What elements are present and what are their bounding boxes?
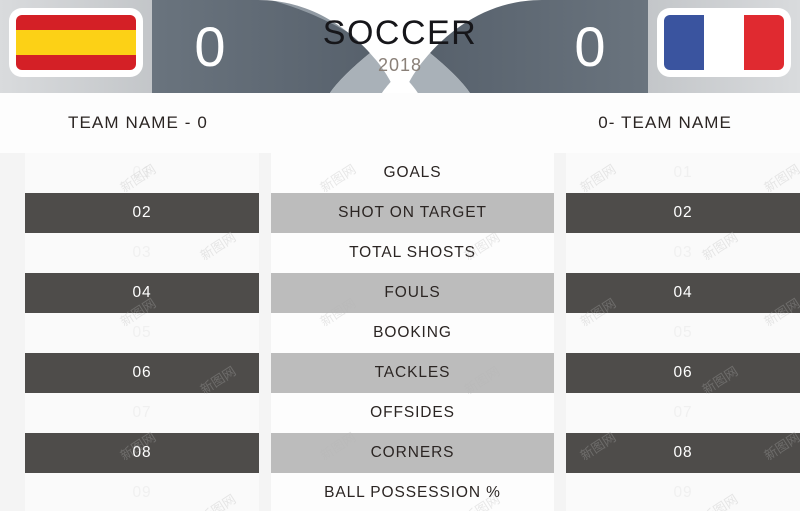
stat-value-right: 09 [566, 473, 800, 511]
stat-label: TACKLES [271, 353, 554, 393]
stat-row: 01 GOALS 01 [0, 153, 800, 193]
row-gap [554, 393, 566, 433]
spain-stripe-red-top [16, 15, 136, 31]
stat-value-right: 01 [566, 153, 800, 193]
team-names-row: TEAM NAME - 0 0- TEAM NAME [0, 93, 800, 153]
row-gap [554, 313, 566, 353]
row-gap [259, 153, 271, 193]
stat-row: 02 SHOT ON TARGET 02 [0, 193, 800, 233]
row-gap [259, 353, 271, 393]
stat-value-left: 01 [25, 153, 259, 193]
spain-stripe-yellow [16, 30, 136, 55]
row-gap [259, 473, 271, 511]
spain-stripe-red-bottom [16, 54, 136, 70]
stat-value-right: 05 [566, 313, 800, 353]
stat-value-right: 04 [566, 273, 800, 313]
row-gap [259, 193, 271, 233]
row-left-spacer [0, 193, 25, 233]
scoreboard-header: 0 SOCCER 2018 0 [0, 0, 800, 93]
row-gap [554, 473, 566, 511]
spain-flag [13, 12, 139, 73]
stat-value-left: 02 [25, 193, 259, 233]
score-left: 0 [194, 15, 226, 78]
stat-label: GOALS [271, 153, 554, 193]
stat-label: BOOKING [271, 313, 554, 353]
stat-label: BALL POSSESSION % [271, 473, 554, 511]
france-band-red [744, 15, 784, 70]
stat-value-left: 07 [25, 393, 259, 433]
row-gap [259, 233, 271, 273]
row-gap [259, 273, 271, 313]
stat-row: 05 BOOKING 05 [0, 313, 800, 353]
france-band-blue [664, 15, 704, 70]
spain-flag-stripes [16, 15, 136, 70]
row-gap [554, 153, 566, 193]
stat-label: OFFSIDES [271, 393, 554, 433]
row-gap [554, 433, 566, 473]
row-gap [554, 353, 566, 393]
stat-row: 09 BALL POSSESSION % 09 [0, 473, 800, 511]
row-left-spacer [0, 153, 25, 193]
row-left-spacer [0, 473, 25, 511]
row-gap [259, 313, 271, 353]
france-flag-bands [664, 15, 784, 70]
row-left-spacer [0, 233, 25, 273]
stat-value-right: 03 [566, 233, 800, 273]
score-right: 0 [574, 15, 606, 78]
row-gap [259, 393, 271, 433]
team-name-right: 0- TEAM NAME [598, 113, 732, 132]
stat-value-right: 07 [566, 393, 800, 433]
stat-row: 06 TACKLES 06 [0, 353, 800, 393]
team-name-left: TEAM NAME - 0 [68, 113, 208, 132]
row-left-spacer [0, 273, 25, 313]
stat-label: TOTAL SHOSTS [271, 233, 554, 273]
row-gap [554, 193, 566, 233]
row-left-spacer [0, 313, 25, 353]
stat-label: SHOT ON TARGET [271, 193, 554, 233]
row-left-spacer [0, 353, 25, 393]
stat-value-left: 08 [25, 433, 259, 473]
stat-label: FOULS [271, 273, 554, 313]
stat-value-right: 08 [566, 433, 800, 473]
row-gap [554, 273, 566, 313]
row-left-spacer [0, 433, 25, 473]
stat-row: 03 TOTAL SHOSTS 03 [0, 233, 800, 273]
france-band-white [704, 15, 744, 70]
row-gap [554, 233, 566, 273]
stat-row: 08 CORNERS 08 [0, 433, 800, 473]
stat-value-left: 03 [25, 233, 259, 273]
stat-value-left: 06 [25, 353, 259, 393]
france-flag [661, 12, 787, 73]
stat-label: CORNERS [271, 433, 554, 473]
stats-table: 01 GOALS 01 02 SHOT ON TARGET 02 03 TOTAL SHOST… [0, 153, 800, 511]
stat-value-right: 06 [566, 353, 800, 393]
stat-value-right: 02 [566, 193, 800, 233]
stat-value-left: 05 [25, 313, 259, 353]
stat-row: 07 OFFSIDES 07 [0, 393, 800, 433]
stat-value-left: 04 [25, 273, 259, 313]
row-left-spacer [0, 393, 25, 433]
stat-value-left: 09 [25, 473, 259, 511]
soccer-scoreboard: 0 SOCCER 2018 0 TEAM NAME - 0 0- TEAM NA… [0, 0, 800, 511]
row-gap [259, 433, 271, 473]
stat-row: 04 FOULS 04 [0, 273, 800, 313]
